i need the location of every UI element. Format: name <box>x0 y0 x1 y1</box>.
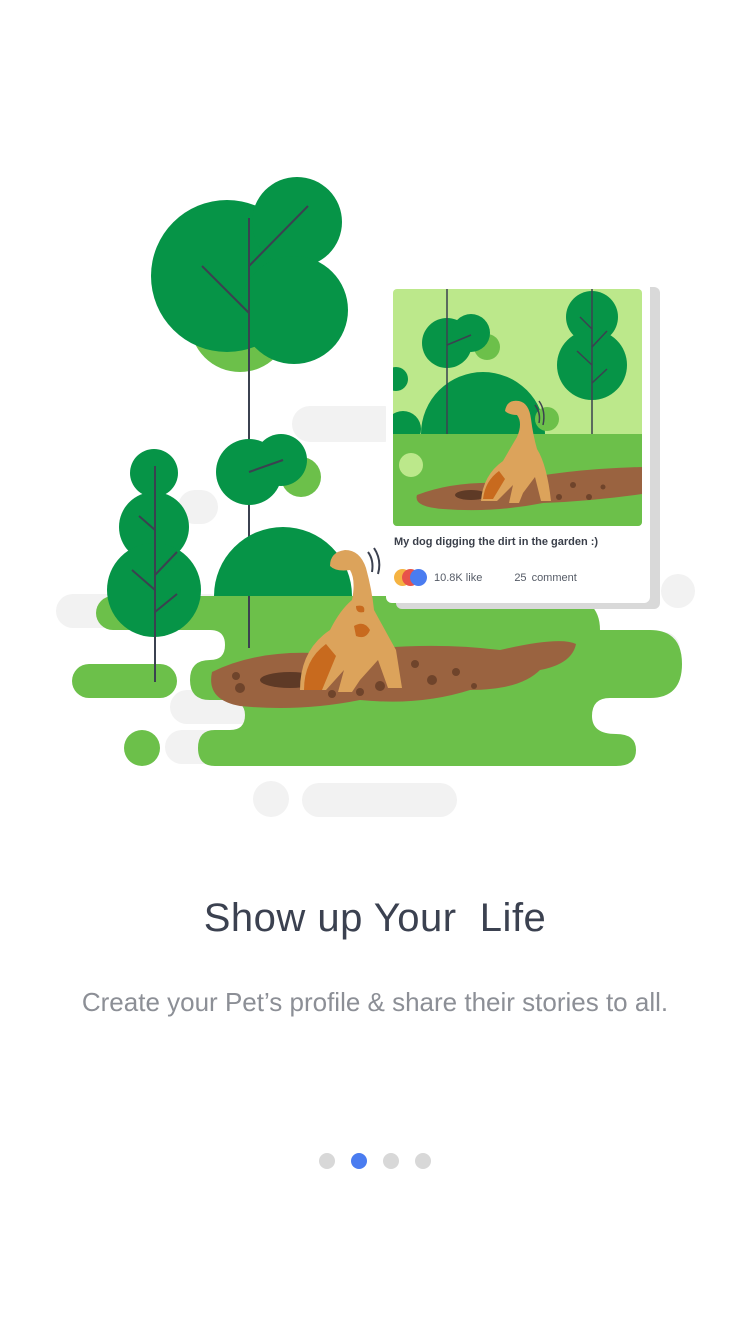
avatar <box>410 569 427 586</box>
post-photo <box>393 289 642 526</box>
onboarding-title: Show up Your Life <box>203 896 547 940</box>
avatar-stack-icon[interactable] <box>394 569 434 587</box>
page-indicator <box>0 1153 750 1169</box>
page-dot-4[interactable] <box>415 1153 431 1169</box>
tree-icon <box>216 434 321 505</box>
post-caption: My dog digging the dirt in the garden :) <box>394 536 599 548</box>
post-stats: 10.8K like 25 comment <box>394 568 577 588</box>
comment-label[interactable]: comment <box>532 572 577 584</box>
page-dot-3[interactable] <box>383 1153 399 1169</box>
post-card[interactable]: My dog digging the dirt in the garden :)… <box>386 281 650 603</box>
post-photo-illustration <box>393 289 642 526</box>
page-dot-2[interactable] <box>351 1153 367 1169</box>
like-count[interactable]: 10.8K like <box>434 572 482 584</box>
tree-icon <box>107 449 201 682</box>
onboarding-subtitle: Create your Pet’s profile & share their … <box>81 987 669 1017</box>
page-dot-1[interactable] <box>319 1153 335 1169</box>
comment-count[interactable]: 25 <box>514 572 526 584</box>
